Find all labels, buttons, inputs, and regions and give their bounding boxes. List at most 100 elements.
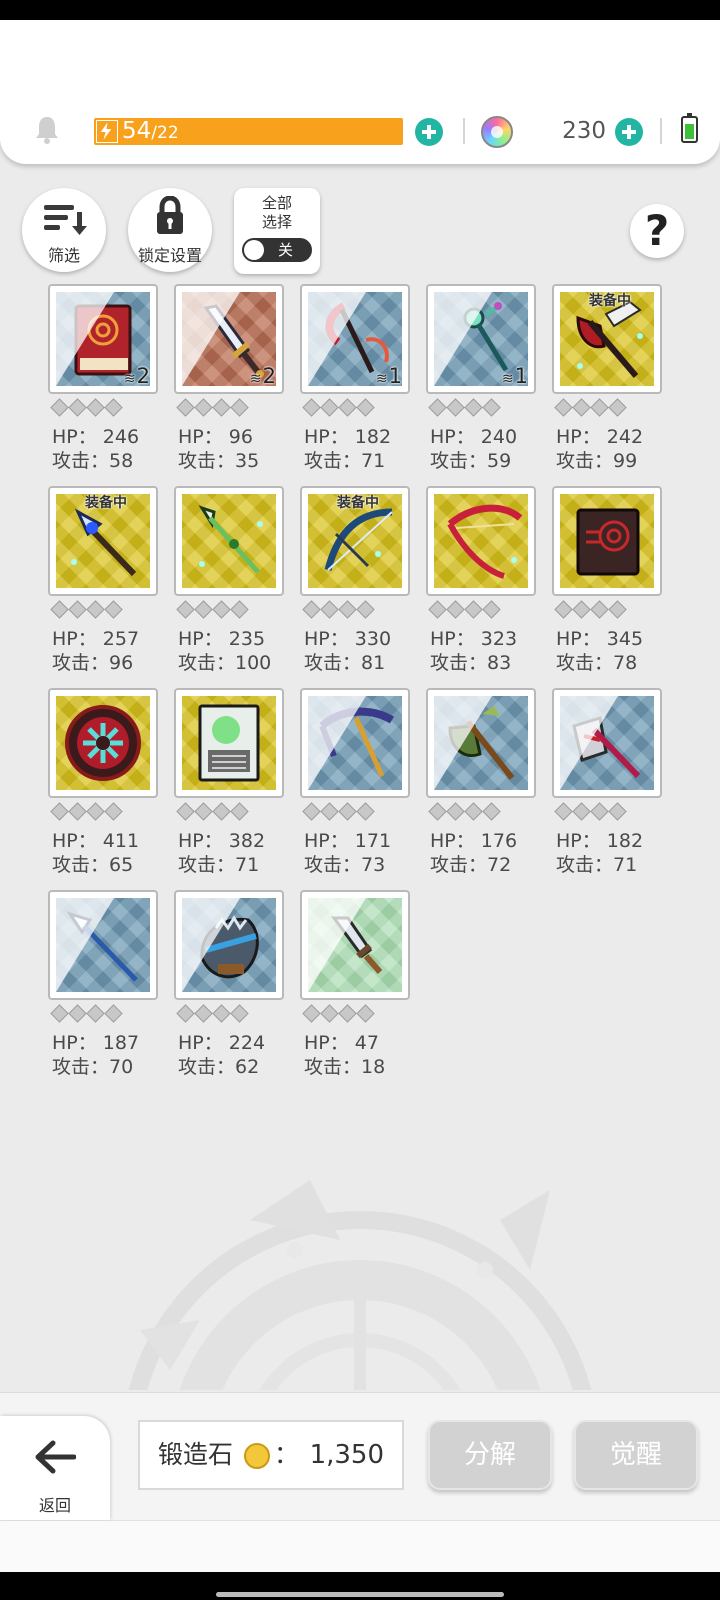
item-frame[interactable] — [174, 688, 284, 798]
equipment-item[interactable]: ≋1 HP： 240 攻击：59 — [426, 284, 546, 474]
equipment-item[interactable]: 装备中 HP： 242 攻击：99 — [552, 284, 672, 474]
forge-stone-display: 锻造石 ： 1,350 — [138, 1420, 404, 1490]
item-hp: HP： 411 — [52, 830, 140, 852]
awaken-button[interactable]: 觉醒 — [574, 1420, 698, 1490]
item-hp: HP： 323 — [430, 628, 518, 650]
item-quantity-value: 1 — [514, 364, 528, 388]
item-tile — [308, 696, 402, 790]
item-attack: 攻击：18 — [304, 1056, 386, 1078]
equipment-item[interactable]: ≋1 HP： 182 攻击：71 — [300, 284, 420, 474]
status-bar — [0, 0, 720, 20]
diamond-icon — [50, 1004, 69, 1023]
item-tile — [182, 696, 276, 790]
add-energy-button[interactable] — [415, 118, 443, 146]
item-hp: HP： 242 — [556, 426, 644, 448]
item-frame[interactable]: ≋2 — [174, 284, 284, 394]
equipment-item[interactable]: HP： 382 攻击：71 — [174, 688, 294, 878]
item-frame[interactable] — [426, 486, 536, 596]
bell-icon[interactable] — [34, 114, 60, 144]
lock-settings-button[interactable]: 锁定设置 — [128, 188, 212, 272]
decompose-button[interactable]: 分解 — [428, 1420, 552, 1490]
diamond-icon — [338, 802, 357, 821]
item-hp: HP： 257 — [52, 628, 140, 650]
equipment-item[interactable]: HP： 171 攻击：73 — [300, 688, 420, 878]
diamond-icon — [482, 398, 501, 417]
equipment-item[interactable]: 装备中 HP： 257 攻击：96 — [48, 486, 168, 676]
rarity-diamonds — [176, 397, 250, 419]
help-button[interactable]: ? — [630, 204, 684, 258]
rainbow-gem-icon — [481, 116, 513, 148]
forge-stone-value: 1,350 — [309, 1440, 384, 1470]
lightning-icon — [96, 120, 118, 143]
rarity-diamonds — [50, 801, 124, 823]
equipment-item[interactable]: HP： 224 攻击：62 — [174, 890, 294, 1080]
diamond-icon — [194, 600, 213, 619]
item-attack: 攻击：71 — [304, 450, 386, 472]
item-frame[interactable]: 装备中 — [48, 486, 158, 596]
diamond-icon — [230, 802, 249, 821]
stack-icon: ≋ — [501, 371, 514, 387]
equipment-item[interactable]: HP： 323 攻击：83 — [426, 486, 546, 676]
diamond-icon — [68, 1004, 87, 1023]
orb-icon — [65, 705, 141, 781]
diamond-icon — [590, 802, 609, 821]
select-all-toggle[interactable]: 关 — [242, 238, 312, 262]
item-frame[interactable] — [300, 890, 410, 1000]
forge-colon: ： — [274, 1440, 300, 1469]
back-button[interactable]: 返回 — [0, 1416, 110, 1520]
rarity-diamonds — [554, 801, 628, 823]
diamond-icon — [356, 398, 375, 417]
item-attack: 攻击：72 — [430, 854, 512, 876]
diamond-icon — [320, 600, 339, 619]
equipment-item[interactable]: HP： 187 攻击：70 — [48, 890, 168, 1080]
equipment-item[interactable]: HP： 47 攻击：18 — [300, 890, 420, 1080]
filter-label: 筛选 — [47, 246, 80, 265]
item-frame[interactable] — [426, 688, 536, 798]
arrow-left-icon — [35, 1440, 76, 1474]
item-hp: HP： 182 — [556, 830, 644, 852]
item-hp: HP： 246 — [52, 426, 140, 448]
equipment-item[interactable]: HP： 411 攻击：65 — [48, 688, 168, 878]
diamond-icon — [464, 398, 483, 417]
diamond-icon — [194, 398, 213, 417]
filter-button[interactable]: 筛选 — [22, 188, 106, 272]
diamond-icon — [446, 600, 465, 619]
equipment-item[interactable]: HP： 235 攻击：100 — [174, 486, 294, 676]
diamond-icon — [590, 398, 609, 417]
item-frame[interactable] — [174, 486, 284, 596]
lance-icon — [66, 911, 138, 982]
diamond-icon — [230, 398, 249, 417]
rarity-diamonds — [302, 801, 376, 823]
item-frame[interactable] — [174, 890, 284, 1000]
energy-text: 54/22 — [122, 118, 179, 145]
gauntlet-icon — [200, 915, 259, 979]
diamond-icon — [320, 398, 339, 417]
stack-icon: ≋ — [123, 371, 136, 387]
item-frame[interactable]: 装备中 — [300, 486, 410, 596]
item-tile — [182, 898, 276, 992]
item-frame[interactable] — [48, 688, 158, 798]
item-quantity-value: 2 — [262, 364, 276, 388]
item-frame[interactable] — [48, 890, 158, 1000]
item-frame[interactable] — [552, 486, 662, 596]
add-gems-button[interactable] — [615, 118, 643, 146]
equipment-item[interactable]: ≋2 HP： 96 攻击：35 — [174, 284, 294, 474]
battery-icon — [681, 113, 698, 143]
item-frame[interactable] — [552, 688, 662, 798]
item-frame[interactable]: ≋1 — [300, 284, 410, 394]
equipment-item[interactable]: HP： 176 攻击：72 — [426, 688, 546, 878]
equipment-item[interactable]: HP： 182 攻击：71 — [552, 688, 672, 878]
item-frame[interactable]: ≋1 — [426, 284, 536, 394]
rarity-diamonds — [428, 599, 502, 621]
item-frame[interactable]: 装备中 — [552, 284, 662, 394]
tome-icon — [198, 704, 260, 782]
home-handle[interactable] — [216, 1592, 504, 1597]
equipment-item[interactable]: HP： 345 攻击：78 — [552, 486, 672, 676]
diamond-icon — [176, 600, 195, 619]
item-frame[interactable]: ≋2 — [48, 284, 158, 394]
equipment-item[interactable]: 装备中 HP： 330 攻击：81 — [300, 486, 420, 676]
equipment-item[interactable]: ≋2 HP： 246 攻击：58 — [48, 284, 168, 474]
toggle-state: 关 — [278, 241, 294, 259]
item-frame[interactable] — [300, 688, 410, 798]
diamond-icon — [86, 802, 105, 821]
